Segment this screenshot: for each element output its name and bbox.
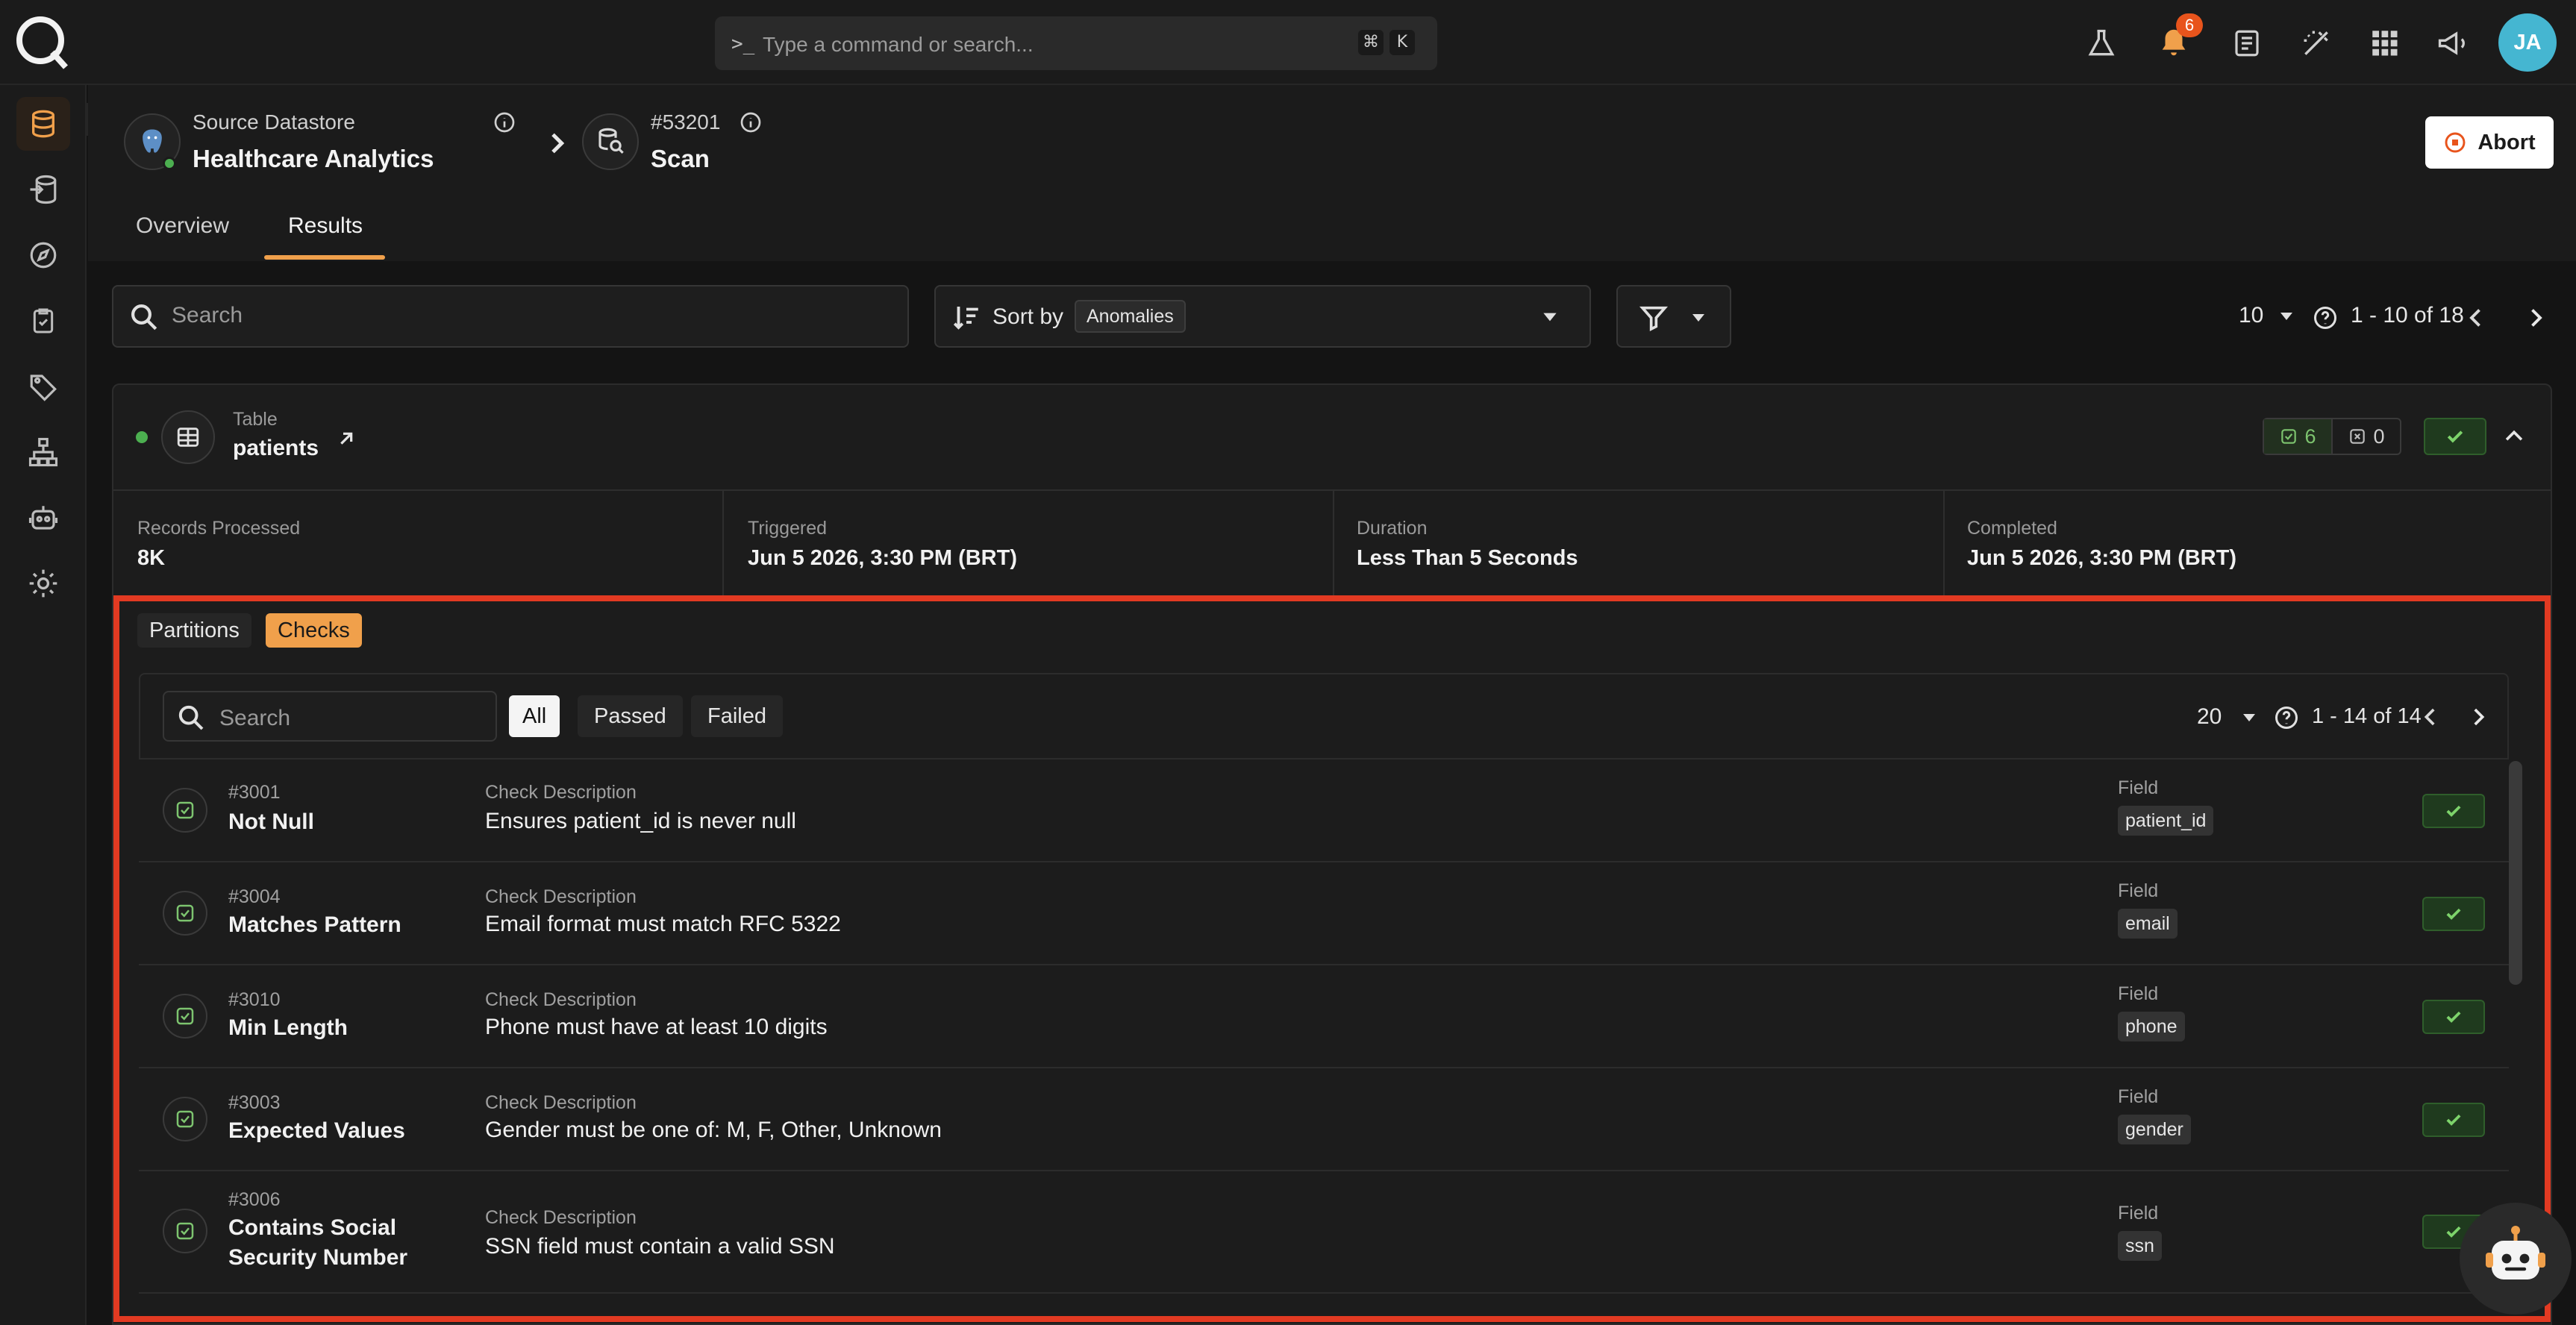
tab-active-indicator [264, 255, 385, 260]
search-placeholder: Search [172, 303, 243, 328]
flask-icon[interactable] [2085, 27, 2118, 60]
stat-label: Records Processed [137, 518, 301, 539]
stat-value: Jun 5 2026, 3:30 PM (BRT) [748, 546, 1017, 570]
tab-overview[interactable]: Overview [136, 213, 229, 239]
settings-gear-icon[interactable] [16, 557, 70, 610]
search-icon [131, 304, 157, 331]
stat-duration: Duration Less Than 5 Seconds [1334, 491, 1943, 595]
document-icon[interactable] [2231, 27, 2263, 60]
compass-icon[interactable] [16, 228, 70, 282]
passed-count: 6 [2264, 419, 2333, 454]
stop-icon [2445, 132, 2466, 153]
sidebar [0, 85, 87, 1325]
failed-count: 0 [2333, 419, 2400, 454]
stat-label: Triggered [748, 518, 828, 539]
collapse-chevron-icon[interactable] [2501, 424, 2527, 449]
passed-count-value: 6 [2304, 425, 2316, 448]
next-page-icon[interactable] [2522, 304, 2549, 331]
stat-label: Duration [1357, 518, 1428, 539]
passed-check-icon [2281, 429, 2297, 444]
checkmark-icon [2447, 430, 2463, 443]
scan-info-icon[interactable] [739, 110, 763, 134]
failed-x-icon [2350, 429, 2366, 444]
user-avatar[interactable]: JA [2498, 13, 2557, 72]
failed-count-value: 0 [2373, 425, 2385, 448]
pagination-range: 1 - 10 of 18 [2351, 303, 2464, 328]
container-status-badge [2424, 418, 2486, 455]
stat-value: 8K [137, 546, 166, 570]
top-bar: >_ Type a command or search... ⌘ K 6 JA [0, 0, 2576, 85]
sort-label: Sort by [992, 304, 1064, 329]
hierarchy-icon[interactable] [16, 425, 70, 479]
stat-completed: Completed Jun 5 2026, 3:30 PM (BRT) [1945, 491, 2551, 595]
table-icon [161, 410, 215, 464]
abort-label: Abort [2477, 130, 2536, 154]
scan-icon [582, 113, 639, 170]
page-header: Source Datastore Healthcare Analytics #5… [88, 85, 2576, 261]
connection-status-dot [163, 157, 176, 170]
command-placeholder: Type a command or search... [763, 33, 1034, 56]
container-type: Table [233, 409, 278, 430]
filter-icon [1639, 306, 1669, 331]
assistant-bot-button[interactable] [2460, 1203, 2572, 1315]
source-datastore-label: Source Datastore [193, 110, 355, 134]
robot-assistant-icon [2486, 1226, 2545, 1279]
scan-title: Scan [651, 145, 710, 172]
caret-down-icon [1543, 313, 1557, 322]
shortcut-key: K [1389, 30, 1415, 55]
tag-icon[interactable] [16, 360, 70, 413]
status-dot [136, 431, 148, 443]
magic-wand-icon[interactable] [2300, 27, 2333, 60]
scan-id: #53201 [651, 110, 721, 134]
terminal-icon: >_ [731, 33, 755, 55]
page-size-value[interactable]: 10 [2239, 303, 2263, 328]
page-size-caret-icon[interactable] [2278, 309, 2295, 324]
datastore-icon[interactable] [16, 97, 70, 151]
datastore-name[interactable]: Healthcare Analytics [193, 145, 434, 173]
help-icon[interactable] [2312, 304, 2339, 331]
clipboard-check-icon[interactable] [16, 294, 70, 348]
notification-badge: 6 [2176, 13, 2203, 37]
breadcrumb-chevron-icon [542, 128, 572, 158]
caret-down-icon [1692, 314, 1704, 322]
sort-select[interactable]: Sort by Anomalies [934, 285, 1591, 348]
check-counts: 6 0 [2263, 418, 2401, 455]
app-logo[interactable] [13, 13, 69, 70]
stat-value: Less Than 5 Seconds [1357, 546, 1578, 570]
command-search[interactable]: >_ Type a command or search... ⌘ K [715, 16, 1437, 70]
external-link-icon[interactable] [334, 427, 358, 451]
highlight-box [113, 595, 2551, 1322]
megaphone-icon[interactable] [2436, 27, 2469, 60]
filter-button[interactable] [1616, 285, 1731, 348]
results-search-input[interactable]: Search [112, 285, 909, 348]
apps-grid-icon[interactable] [2369, 27, 2400, 58]
info-icon[interactable] [493, 110, 516, 134]
robot-icon[interactable] [16, 491, 70, 545]
stat-records-processed: Records Processed 8K [113, 491, 722, 595]
sort-icon [953, 307, 978, 330]
sort-value: Anomalies [1075, 300, 1186, 333]
container-name[interactable]: patients [233, 436, 319, 461]
shortcut-modifier: ⌘ [1358, 30, 1384, 55]
stat-triggered: Triggered Jun 5 2026, 3:30 PM (BRT) [724, 491, 1333, 595]
tab-results[interactable]: Results [288, 213, 363, 239]
stat-value: Jun 5 2026, 3:30 PM (BRT) [1967, 546, 2236, 570]
stat-label: Completed [1967, 518, 2057, 539]
abort-button[interactable]: Abort [2425, 116, 2554, 169]
prev-page-icon[interactable] [2463, 304, 2489, 331]
ingest-icon[interactable] [16, 163, 70, 216]
